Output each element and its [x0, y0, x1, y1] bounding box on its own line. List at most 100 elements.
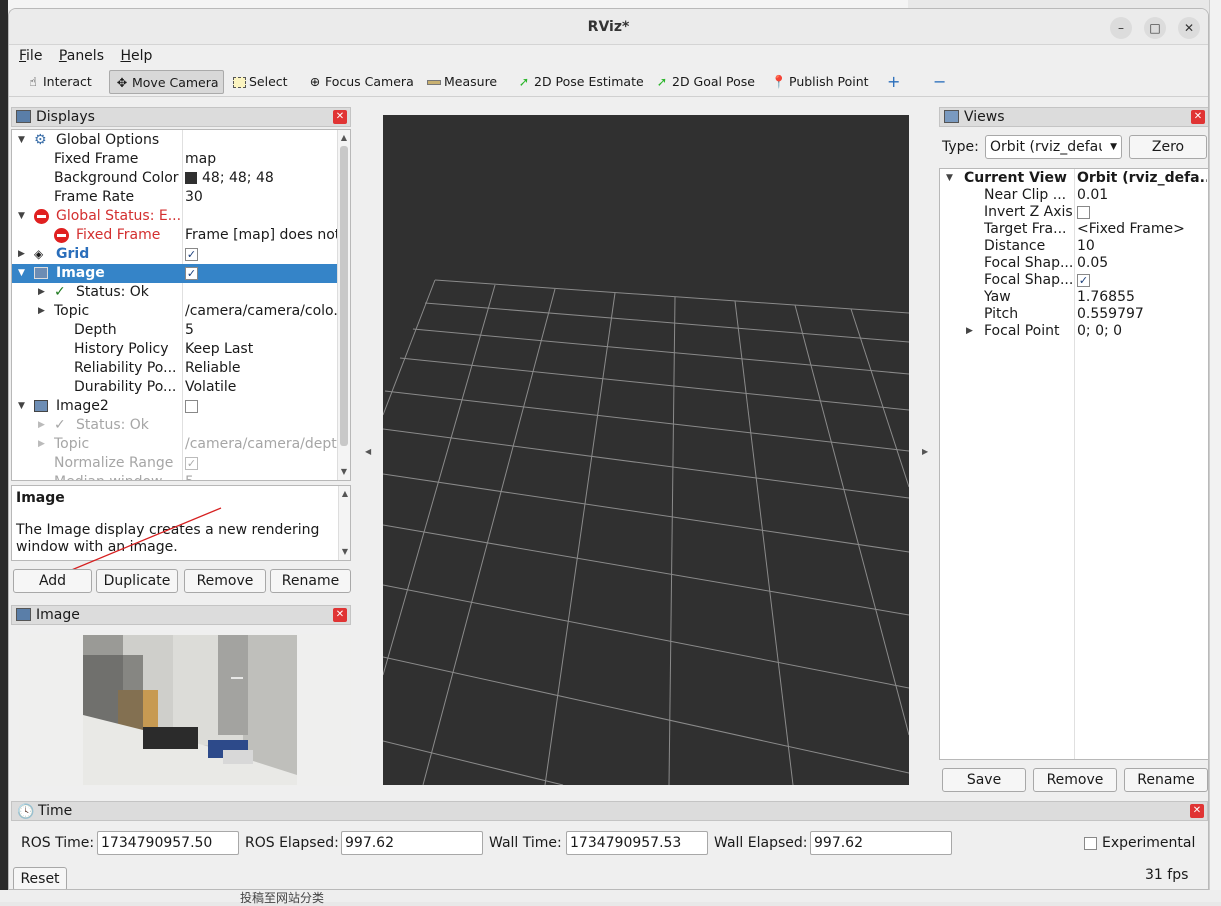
remove-display-button[interactable]: Remove — [184, 569, 266, 593]
measure-tool-button[interactable]: Measure — [422, 70, 501, 94]
2d-goal-pose-tool-button[interactable]: ➚ 2D Goal Pose — [650, 70, 759, 94]
ros-time-field[interactable]: 1734790957.50 — [97, 831, 239, 855]
zero-view-button[interactable]: Zero — [1129, 135, 1207, 159]
close-window-icon[interactable]: ✕ — [1178, 17, 1200, 39]
scroll-up-icon[interactable]: ▲ — [339, 488, 351, 500]
tree-row-global-options[interactable]: ▼ ⚙ Global Options — [12, 131, 338, 150]
add-display-button[interactable]: Add — [13, 569, 92, 593]
tree-row-depth[interactable]: Depth 5 — [12, 321, 338, 340]
displays-tree[interactable]: ▼ ⚙ Global Options Fixed Frame map Backg… — [11, 129, 351, 481]
collapse-right-icon[interactable]: ▶ — [922, 447, 928, 456]
views-tree[interactable]: ▼ Current View Orbit (rviz_defa... Near … — [939, 168, 1208, 760]
displays-panel-title[interactable]: Displays ✕ — [11, 107, 351, 127]
publish-point-tool-button[interactable]: 📍 Publish Point — [767, 70, 873, 94]
tree-row-image2-topic[interactable]: ▶ Topic /camera/camera/dept... — [12, 435, 338, 454]
close-panel-icon[interactable]: ✕ — [1190, 804, 1204, 818]
interact-tool-button[interactable]: ☝ Interact — [21, 70, 96, 94]
close-panel-icon[interactable]: ✕ — [333, 608, 347, 622]
duplicate-display-button[interactable]: Duplicate — [96, 569, 178, 593]
tree-row-image-topic[interactable]: ▶ Topic /camera/camera/colo... — [12, 302, 338, 321]
scroll-down-icon[interactable]: ▼ — [339, 546, 351, 558]
view-row-focal-shape-fixed[interactable]: Focal Shap... ✓ — [940, 272, 1208, 289]
collapse-arrow-icon[interactable]: ▶ — [966, 323, 973, 340]
view-row-target-frame[interactable]: Target Fra... <Fixed Frame> — [940, 221, 1208, 238]
reset-button[interactable]: Reset — [13, 867, 67, 889]
focus-camera-tool-button[interactable]: ⊕ Focus Camera — [303, 70, 418, 94]
expand-arrow-icon[interactable]: ▼ — [18, 264, 25, 283]
rename-display-button[interactable]: Rename — [270, 569, 351, 593]
focal-shape-checkbox[interactable]: ✓ — [1077, 273, 1090, 287]
view-row-yaw[interactable]: Yaw 1.76855 — [940, 289, 1208, 306]
menu-file[interactable]: File — [19, 48, 42, 64]
save-view-button[interactable]: Save — [942, 768, 1026, 792]
time-panel-title[interactable]: 🕓 Time ✕ — [11, 801, 1208, 821]
normalize-range-checkbox[interactable]: ✓ — [185, 456, 198, 470]
maximize-icon[interactable]: □ — [1144, 17, 1166, 39]
expand-arrow-icon[interactable]: ▼ — [18, 131, 25, 150]
menu-panels[interactable]: Panels — [59, 48, 104, 64]
displays-scrollbar[interactable]: ▲ ▼ — [337, 130, 350, 480]
view-row-pitch[interactable]: Pitch 0.559797 — [940, 306, 1208, 323]
view-row-focal-point[interactable]: ▶ Focal Point 0; 0; 0 — [940, 323, 1208, 340]
wall-elapsed-field[interactable]: 997.62 — [810, 831, 952, 855]
view-row-invert-z[interactable]: Invert Z Axis — [940, 204, 1208, 221]
collapse-arrow-icon[interactable]: ▶ — [38, 283, 45, 302]
tree-row-durability-policy[interactable]: Durability Po... Volatile — [12, 378, 338, 397]
view-row-focal-shape-size[interactable]: Focal Shap... 0.05 — [940, 255, 1208, 272]
3d-render-viewport[interactable] — [382, 115, 910, 786]
tree-row-image2-status[interactable]: ▶ ✓ Status: Ok — [12, 416, 338, 435]
2d-pose-estimate-tool-button[interactable]: ➚ 2D Pose Estimate — [512, 70, 648, 94]
view-type-select[interactable]: Orbit (rviz_default_plugins) ▼ — [985, 135, 1122, 159]
close-panel-icon[interactable]: ✕ — [1191, 110, 1205, 124]
scroll-up-icon[interactable]: ▲ — [338, 132, 350, 144]
expand-arrow-icon[interactable]: ▼ — [946, 170, 953, 187]
menu-help[interactable]: Help — [120, 48, 152, 64]
image-enabled-checkbox[interactable]: ✓ — [185, 266, 198, 280]
rename-view-button[interactable]: Rename — [1124, 768, 1208, 792]
tree-row-background-color[interactable]: Background Color 48; 48; 48 — [12, 169, 338, 188]
tree-row-grid[interactable]: ▶ ◈ Grid ✓ — [12, 245, 338, 264]
experimental-checkbox[interactable] — [1084, 837, 1097, 850]
view-row-distance[interactable]: Distance 10 — [940, 238, 1208, 255]
tree-row-image2[interactable]: ▼ Image2 — [12, 397, 338, 416]
close-panel-icon[interactable]: ✕ — [333, 110, 347, 124]
crosshair-icon: ⊕ — [309, 74, 321, 89]
minimize-icon[interactable]: – — [1110, 17, 1132, 39]
ros-elapsed-field[interactable]: 997.62 — [341, 831, 483, 855]
collapse-arrow-icon[interactable]: ▶ — [38, 435, 45, 454]
view-row-near-clip[interactable]: Near Clip ... 0.01 — [940, 187, 1208, 204]
tree-row-reliability-policy[interactable]: Reliability Po... Reliable — [12, 359, 338, 378]
move-camera-tool-button[interactable]: ✥ Move Camera — [109, 70, 224, 94]
hand-pointer-icon: ☝ — [29, 74, 37, 89]
image2-enabled-checkbox[interactable] — [185, 399, 198, 413]
invert-z-checkbox[interactable] — [1077, 205, 1090, 219]
tree-row-image-status[interactable]: ▶ ✓ Status: Ok — [12, 283, 338, 302]
grid-enabled-checkbox[interactable]: ✓ — [185, 247, 198, 261]
collapse-left-icon[interactable]: ◀ — [365, 447, 371, 456]
collapse-arrow-icon[interactable]: ▶ — [18, 245, 25, 264]
expand-arrow-icon[interactable]: ▼ — [18, 207, 25, 226]
scroll-thumb[interactable] — [340, 146, 348, 446]
views-panel-title[interactable]: Views ✕ — [939, 107, 1208, 127]
tree-row-fixed-frame-error[interactable]: Fixed Frame Frame [map] does not... — [12, 226, 338, 245]
collapse-arrow-icon[interactable]: ▶ — [38, 416, 45, 435]
description-scrollbar[interactable]: ▲ ▼ — [338, 486, 350, 560]
tree-row-global-status[interactable]: ▼ Global Status: E... — [12, 207, 338, 226]
tree-row-image[interactable]: ▼ Image ✓ — [12, 264, 338, 283]
tree-row-fixed-frame[interactable]: Fixed Frame map — [12, 150, 338, 169]
tree-row-frame-rate[interactable]: Frame Rate 30 — [12, 188, 338, 207]
tree-row-median-window[interactable]: Median window 5 — [12, 473, 338, 480]
remove-view-button[interactable]: Remove — [1033, 768, 1117, 792]
view-row-current-view[interactable]: ▼ Current View Orbit (rviz_defa... — [940, 170, 1208, 187]
title-bar[interactable]: RViz* – □ ✕ — [9, 9, 1208, 45]
collapse-arrow-icon[interactable]: ▶ — [38, 302, 45, 321]
image-panel-title[interactable]: Image ✕ — [11, 605, 351, 625]
expand-arrow-icon[interactable]: ▼ — [18, 397, 25, 416]
scroll-down-icon[interactable]: ▼ — [338, 466, 350, 478]
tree-row-history-policy[interactable]: History Policy Keep Last — [12, 340, 338, 359]
remove-tool-icon[interactable]: − — [929, 70, 950, 94]
select-tool-button[interactable]: Select — [227, 70, 292, 94]
wall-time-field[interactable]: 1734790957.53 — [566, 831, 708, 855]
tree-row-normalize-range[interactable]: Normalize Range ✓ — [12, 454, 338, 473]
add-tool-icon[interactable]: + — [883, 70, 904, 94]
